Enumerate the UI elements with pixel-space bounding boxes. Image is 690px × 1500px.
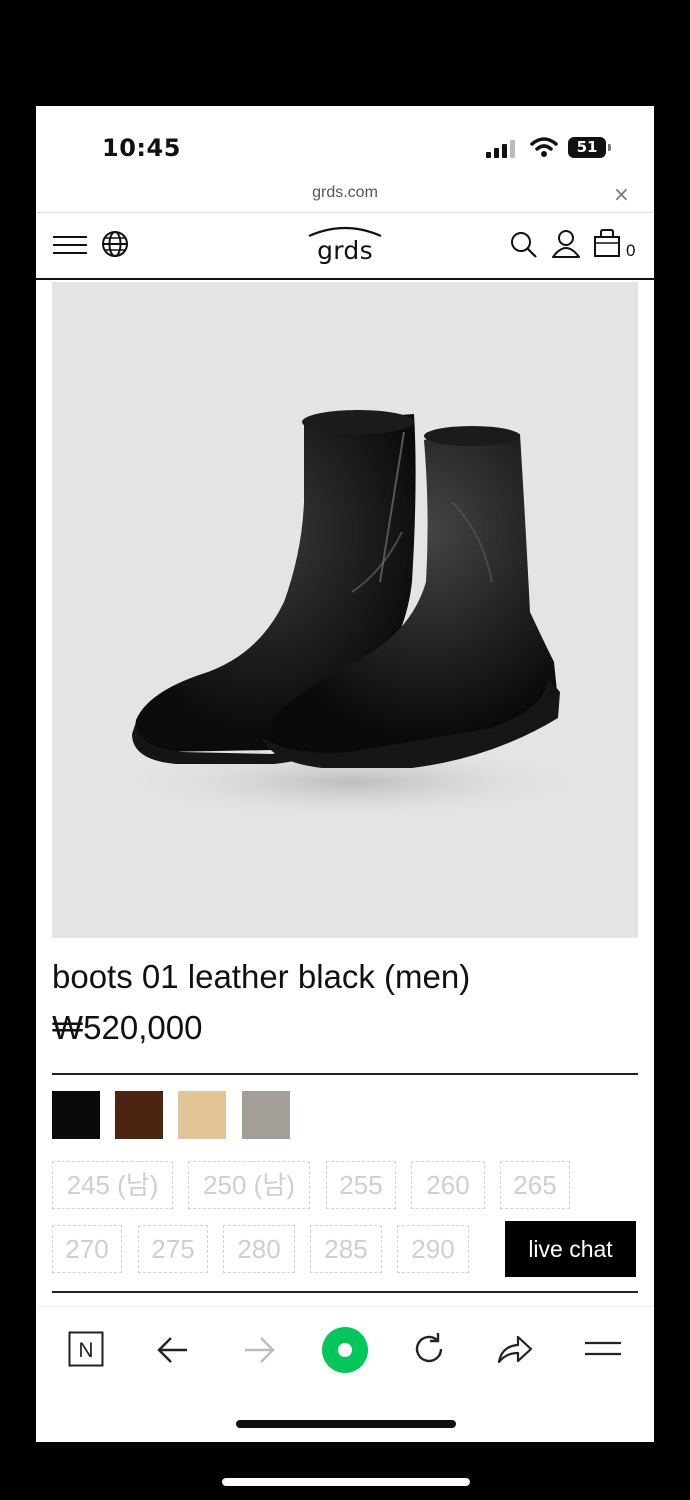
user-icon[interactable] <box>551 229 581 259</box>
cellular-signal-icon <box>486 140 520 158</box>
share-icon[interactable] <box>496 1333 534 1365</box>
color-swatch-beige[interactable] <box>178 1091 226 1139</box>
color-swatch-black[interactable] <box>52 1091 100 1139</box>
color-swatch-grey[interactable] <box>242 1091 290 1139</box>
status-bar: 10:45 51 <box>36 106 654 178</box>
close-icon[interactable]: × <box>613 182 630 206</box>
home-indicator[interactable] <box>236 1420 456 1428</box>
reload-icon[interactable] <box>411 1331 447 1367</box>
size-option[interactable]: 245 (남) <box>52 1161 173 1209</box>
status-time: 10:45 <box>102 134 181 162</box>
size-option[interactable]: 280 <box>223 1225 295 1273</box>
menu-icon[interactable] <box>584 1337 622 1361</box>
site-header: grds 0 <box>36 214 654 278</box>
naver-n-icon[interactable]: N <box>68 1331 104 1367</box>
boots-illustration <box>102 410 602 822</box>
phone-screen: 10:45 51 grds.com × grds 0 boots 01 leat… <box>36 106 654 1442</box>
product-price: ₩520,000 <box>52 1009 203 1046</box>
wifi-icon <box>530 137 558 157</box>
header-divider <box>36 278 654 280</box>
outer-home-indicator[interactable] <box>222 1478 470 1486</box>
size-option[interactable]: 265 <box>500 1161 570 1209</box>
size-option[interactable]: 290 <box>397 1225 469 1273</box>
naver-green-circle-icon[interactable] <box>320 1325 370 1375</box>
product-image[interactable] <box>52 282 638 938</box>
back-arrow-icon[interactable] <box>156 1335 190 1365</box>
url-text[interactable]: grds.com <box>36 184 654 202</box>
divider <box>52 1291 638 1293</box>
live-chat-button[interactable]: live chat <box>505 1221 636 1277</box>
search-icon[interactable] <box>510 231 538 259</box>
battery-icon: 51 <box>568 137 611 158</box>
size-option[interactable]: 285 <box>310 1225 382 1273</box>
size-option[interactable]: 270 <box>52 1225 122 1273</box>
url-bar[interactable]: grds.com × <box>36 178 654 212</box>
browser-toolbar: N <box>36 1306 654 1396</box>
product-title: boots 01 leather black (men) <box>52 958 471 995</box>
divider <box>36 212 654 213</box>
forward-arrow-icon[interactable] <box>242 1335 276 1365</box>
shopping-bag-icon[interactable] <box>593 228 621 258</box>
size-option[interactable]: 260 <box>411 1161 485 1209</box>
size-option[interactable]: 255 <box>326 1161 396 1209</box>
size-option[interactable]: 250 (남) <box>188 1161 310 1209</box>
divider <box>52 1073 638 1075</box>
size-option[interactable]: 275 <box>138 1225 208 1273</box>
cart-count: 0 <box>626 241 636 260</box>
color-swatch-brown[interactable] <box>115 1091 163 1139</box>
svg-text:N: N <box>78 1339 93 1362</box>
